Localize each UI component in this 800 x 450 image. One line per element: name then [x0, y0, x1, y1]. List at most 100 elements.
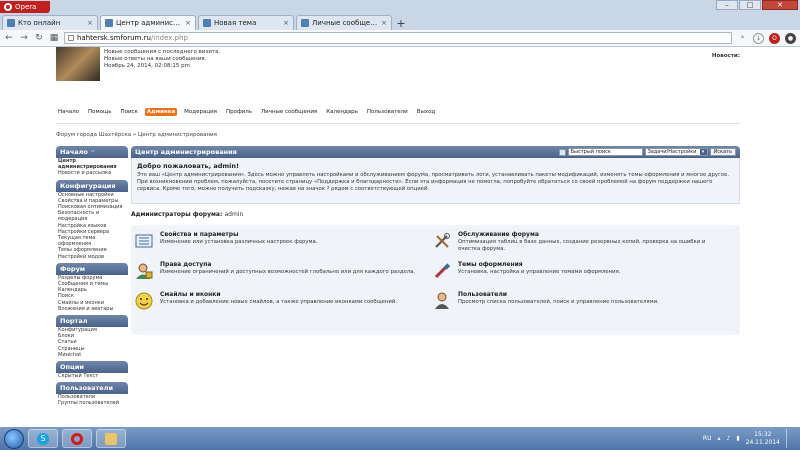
- card-desc: Изменение или установка различных настро…: [160, 239, 318, 245]
- admin-sections: Свойства и параметры Изменение или устан…: [131, 225, 740, 335]
- menu-members[interactable]: Пользователи: [365, 108, 410, 116]
- opera-menu-button[interactable]: Opera: [0, 0, 50, 13]
- card-permissions[interactable]: Права доступа Изменение ограничений и до…: [131, 259, 421, 287]
- tab-close-icon[interactable]: ×: [381, 19, 387, 27]
- menu-home[interactable]: Начало: [56, 108, 81, 116]
- admin-link[interactable]: admin: [224, 211, 243, 218]
- card-title[interactable]: Права доступа: [160, 261, 211, 268]
- page-info-icon[interactable]: [68, 35, 74, 41]
- chevron-down-icon[interactable]: ▾: [699, 149, 707, 155]
- permissions-user-icon: [136, 263, 153, 279]
- menu-admin[interactable]: Админка: [144, 108, 178, 116]
- quick-search-input[interactable]: Быстрый поиск: [567, 148, 643, 156]
- menu-messages[interactable]: Личные сообщения: [259, 108, 319, 116]
- card-themes[interactable]: Темы оформления Установка, настройка и у…: [429, 259, 719, 287]
- card-title[interactable]: Темы оформления: [458, 261, 523, 268]
- sidebar-item[interactable]: Безопасность и модерация: [56, 210, 128, 222]
- card-maintenance[interactable]: Обслуживание форума Оптимизация таблиц в…: [429, 229, 719, 257]
- divider: [56, 123, 740, 124]
- minimize-button[interactable]: –: [716, 0, 738, 10]
- card-desc: Оптимизация таблиц в базе данных, создан…: [458, 239, 706, 252]
- taskbar-skype[interactable]: S: [28, 429, 58, 448]
- sidebar-item[interactable]: Группы пользователей: [56, 400, 128, 406]
- admins-label: Администраторы форума:: [131, 211, 223, 218]
- quick-search-select[interactable]: Задачи/Настройки ▾: [644, 148, 708, 156]
- network-icon[interactable]: ▮: [736, 435, 739, 442]
- admin-main: Центр администрирования Быстрый поиск За…: [131, 146, 740, 335]
- card-desc: Изменение ограничений и доступных возмож…: [160, 269, 416, 275]
- tray-arrow-icon[interactable]: ▴: [717, 435, 720, 442]
- breadcrumb[interactable]: Форум города Шахтёрска » Центр администр…: [56, 132, 217, 138]
- speed-dial-icon[interactable]: ▦: [49, 33, 59, 43]
- new-posts-link[interactable]: Новые сообщения с последнего визита.: [104, 49, 220, 56]
- reload-icon[interactable]: ↻: [34, 33, 44, 43]
- tab-admin-center[interactable]: Центр администрирова ×: [100, 15, 196, 30]
- tab-label: Личные сообщения: [312, 19, 379, 27]
- tab-who-online[interactable]: Кто онлайн ×: [2, 15, 98, 30]
- menu-search[interactable]: Поиск: [118, 108, 139, 116]
- sidebar-item-admin-center[interactable]: Центр администрирования: [56, 158, 128, 170]
- skype-icon: S: [37, 432, 49, 445]
- maximize-button[interactable]: □: [739, 0, 761, 10]
- quick-search-button[interactable]: Искать: [709, 148, 736, 156]
- clock[interactable]: 15:32 24.11.2014: [746, 431, 780, 447]
- sidebar-section-forum[interactable]: Форум: [56, 262, 128, 275]
- menu-moderation[interactable]: Модерация: [182, 108, 219, 116]
- card-title[interactable]: Обслуживание форума: [458, 231, 539, 238]
- new-tab-button[interactable]: +: [394, 16, 408, 30]
- taskbar-opera[interactable]: [62, 429, 92, 448]
- start-button[interactable]: [4, 428, 24, 449]
- card-title[interactable]: Пользователи: [458, 291, 507, 298]
- tab-close-icon[interactable]: ×: [185, 19, 191, 27]
- url-field[interactable]: hahtersk.smforum.ru/index.php: [64, 32, 732, 44]
- volume-icon[interactable]: ♪: [726, 435, 730, 442]
- tab-private-messages[interactable]: Личные сообщения ×: [296, 15, 392, 30]
- opera-extension-icon[interactable]: O: [769, 32, 780, 44]
- back-icon[interactable]: ←: [4, 33, 14, 43]
- system-tray: RU ▴ ♪ ▮ 15:32 24.11.2014: [703, 429, 794, 448]
- language-indicator[interactable]: RU: [703, 435, 712, 442]
- menu-help[interactable]: Помощь: [86, 108, 113, 116]
- sidebar-item[interactable]: Настройки модов: [56, 254, 128, 260]
- new-replies-link[interactable]: Новые ответы на ваши сообщения.: [104, 56, 220, 63]
- tab-new-topic[interactable]: Новая тема ×: [198, 15, 294, 30]
- close-window-button[interactable]: ✕: [762, 0, 798, 10]
- quick-search-select-value: Задачи/Настройки: [647, 149, 697, 155]
- sidebar-item[interactable]: Текущая тема оформления: [56, 235, 128, 247]
- taskbar-paint[interactable]: [96, 429, 126, 448]
- menu-profile[interactable]: Профиль: [224, 108, 254, 116]
- card-smileys[interactable]: Смайлы и иконки Установка и добавление н…: [131, 289, 421, 317]
- maintenance-tools-icon: [435, 233, 450, 248]
- sidebar-item[interactable]: Вложения и аватары: [56, 306, 128, 312]
- menu-calendar[interactable]: Календарь: [324, 108, 360, 116]
- adblock-icon[interactable]: ●: [785, 32, 796, 44]
- user-avatar[interactable]: [56, 47, 100, 81]
- download-icon[interactable]: ↓: [753, 32, 764, 44]
- sidebar-section-portal[interactable]: Портал: [56, 315, 128, 328]
- sidebar-item[interactable]: Скрытый Текст: [56, 373, 128, 379]
- welcome-box: Добро пожаловать, admin! Это ваш «Центр …: [131, 158, 740, 204]
- card-title[interactable]: Свойства и параметры: [160, 231, 239, 238]
- tab-close-icon[interactable]: ×: [87, 19, 93, 27]
- members-icon: [435, 292, 449, 309]
- show-desktop-button[interactable]: [786, 429, 794, 448]
- sidebar-section-home[interactable]: Начало ··: [56, 146, 128, 158]
- sidebar-section-options[interactable]: Опции: [56, 361, 128, 374]
- card-desc: Установка, настройка и управление темами…: [458, 269, 621, 275]
- news-label: Новости:: [711, 53, 740, 59]
- card-title[interactable]: Смайлы и иконки: [160, 291, 221, 298]
- tab-close-icon[interactable]: ×: [283, 19, 289, 27]
- sidebar-section-config[interactable]: Конфигурация: [56, 179, 128, 192]
- sidebar-item-news[interactable]: Новости и рассылка: [56, 170, 128, 176]
- translate-icon[interactable]: ᴬ: [737, 33, 748, 44]
- menu-logout[interactable]: Выход: [415, 108, 438, 116]
- collapse-icon[interactable]: ··: [91, 149, 95, 155]
- sidebar-section-members[interactable]: Пользователи: [56, 382, 128, 395]
- sidebar-item[interactable]: Минichat: [56, 352, 128, 358]
- window-titlebar: Opera – □ ✕: [0, 0, 800, 13]
- card-desc: Установка и добавление новых смайлов, а …: [160, 299, 397, 305]
- tab-bar: Кто онлайн × Центр администрирова × Нова…: [0, 13, 800, 30]
- card-settings[interactable]: Свойства и параметры Изменение или устан…: [131, 229, 421, 257]
- card-members[interactable]: Пользователи Просмотр списка пользовател…: [429, 289, 719, 317]
- forward-icon[interactable]: →: [19, 33, 29, 43]
